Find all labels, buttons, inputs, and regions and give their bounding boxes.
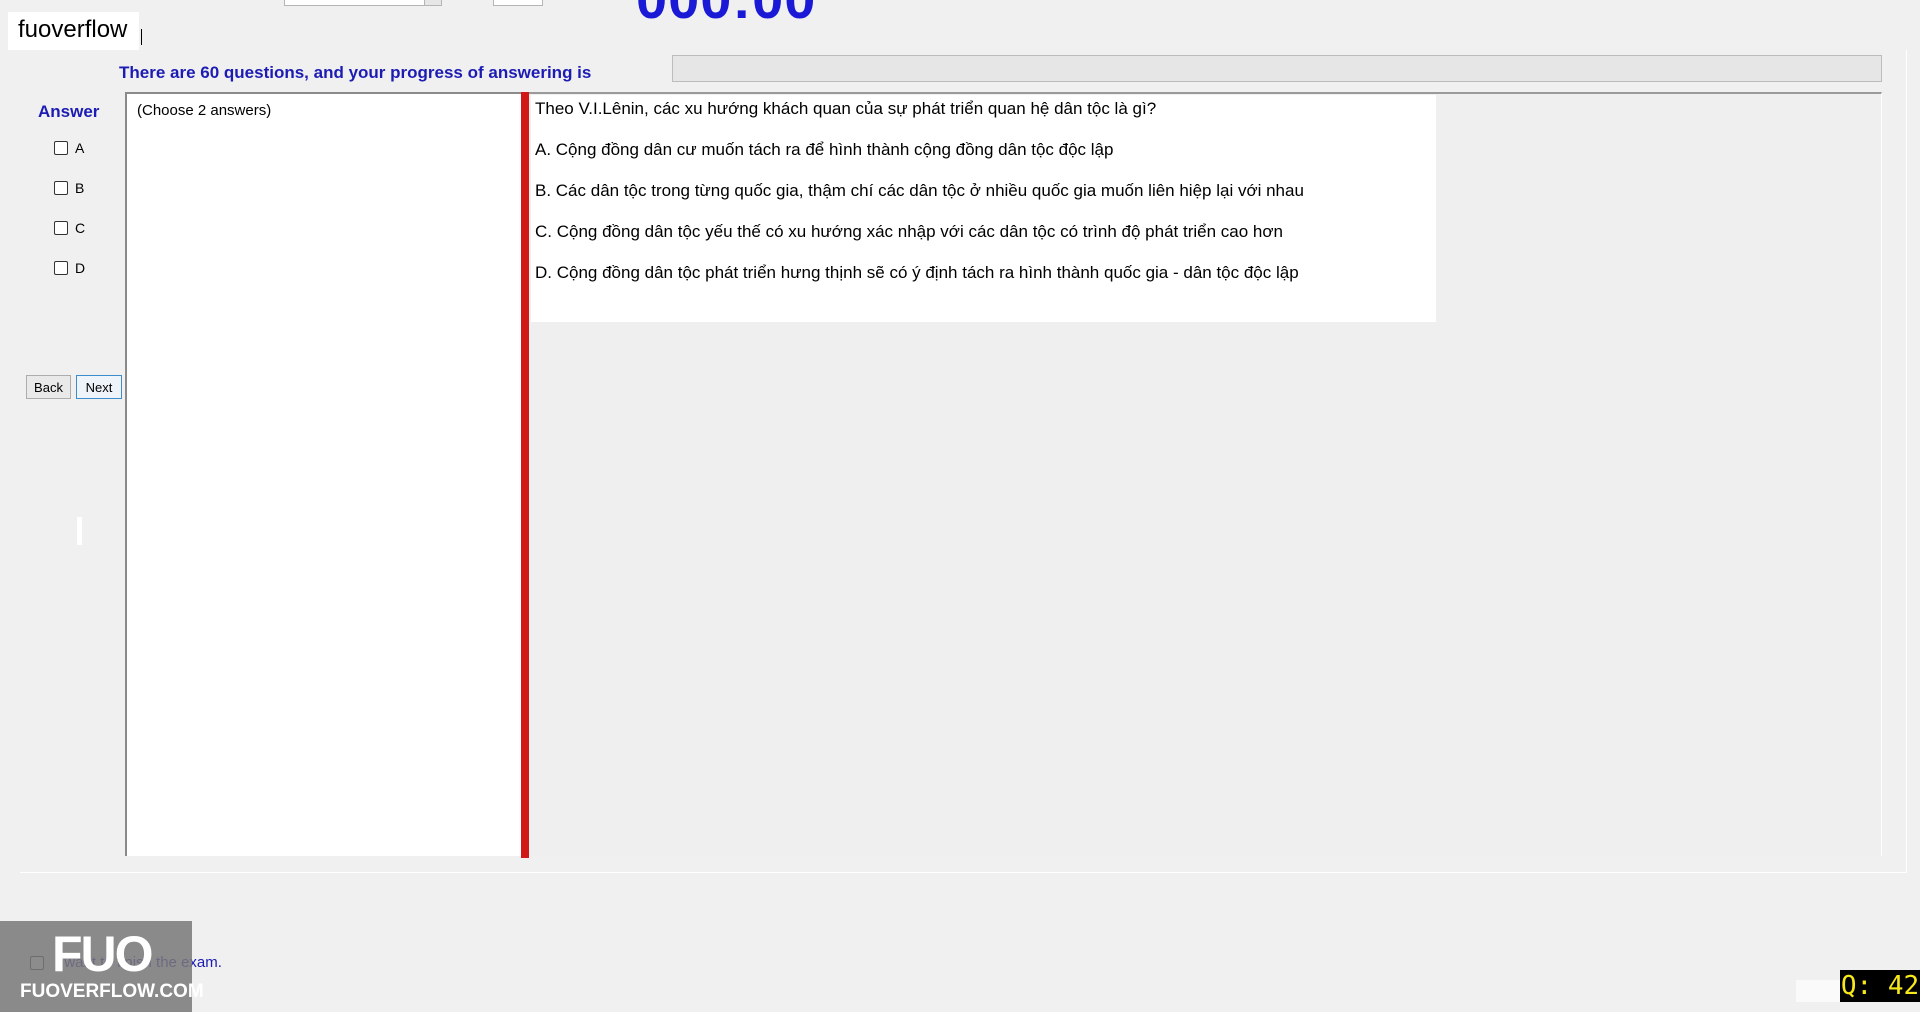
answer-text-d: D. Cộng đồng dân tộc phát triển hưng thị… xyxy=(535,263,1299,282)
logo-mark: FUO xyxy=(52,926,154,982)
progress-label: There are 60 questions, and your progres… xyxy=(119,63,592,82)
question-counter: Q: 42 xyxy=(1840,970,1920,1002)
option-label: C xyxy=(75,220,86,236)
watermark-label: fuoverflow xyxy=(8,12,140,50)
exam-code-combobox[interactable] xyxy=(284,0,442,6)
next-button[interactable]: Next xyxy=(76,375,122,399)
timer-display: 000:00 xyxy=(636,0,816,31)
answer-text-b: B. Các dân tộc trong từng quốc gia, thậm… xyxy=(535,181,1304,200)
option-label: B xyxy=(75,180,85,196)
answer-option-a[interactable]: A xyxy=(54,140,84,156)
scroll-marker xyxy=(77,517,82,545)
answer-title: Answer xyxy=(38,102,100,121)
chevron-down-icon[interactable] xyxy=(424,0,441,5)
question-box xyxy=(531,95,1436,322)
progress-bar xyxy=(672,55,1882,82)
panel-splitter[interactable] xyxy=(521,92,529,858)
choose-hint: (Choose 2 answers) xyxy=(137,102,272,119)
back-button[interactable]: Back xyxy=(26,375,71,399)
text-cursor xyxy=(141,29,142,45)
font-size-combobox[interactable] xyxy=(493,0,543,6)
checkbox[interactable] xyxy=(54,141,68,155)
question-text: Theo V.I.Lênin, các xu hướng khách quan … xyxy=(535,99,1157,118)
option-label: D xyxy=(75,260,86,276)
logo-text: FUOVERFLOW.COM xyxy=(20,981,204,1002)
counter-backdrop xyxy=(1796,980,1840,1002)
answer-text-a: A. Cộng đồng dân cư muốn tách ra để hình… xyxy=(535,140,1114,159)
option-label: A xyxy=(75,140,85,156)
choose-panel: (Choose 2 answers) xyxy=(125,92,523,856)
answer-option-d[interactable]: D xyxy=(54,260,85,276)
divider xyxy=(20,872,1906,873)
fuoverflow-logo: FUO FUOVERFLOW.COM xyxy=(0,921,204,1012)
answer-option-c[interactable]: C xyxy=(54,220,85,236)
answer-text-c: C. Cộng đồng dân tộc yếu thế có xu hướng… xyxy=(535,222,1283,241)
checkbox[interactable] xyxy=(54,221,68,235)
answer-option-b[interactable]: B xyxy=(54,180,84,196)
checkbox[interactable] xyxy=(54,181,68,195)
checkbox[interactable] xyxy=(54,261,68,275)
